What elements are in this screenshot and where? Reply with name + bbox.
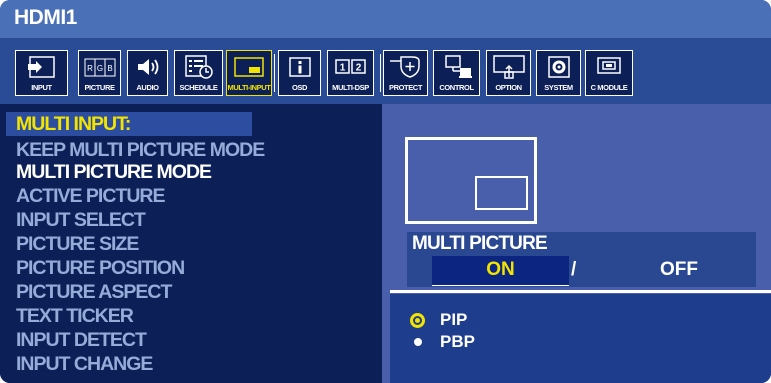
multi-picture-label: MULTI PICTURE [412, 233, 548, 254]
toolbar-audio-button[interactable]: AUDIO [127, 50, 168, 96]
info-icon [279, 54, 320, 80]
rgb-icon: R G B [79, 54, 120, 80]
toolbar-input-label: INPUT [31, 83, 52, 92]
panel-divider [390, 290, 771, 293]
multi-display-icon: 1 2 [328, 54, 373, 80]
toolbar-system-button[interactable]: SYSTEM [536, 50, 581, 96]
menu-item-input-change[interactable]: INPUT CHANGE [16, 353, 153, 375]
toolbar-c-module-button[interactable]: C MODULE [585, 50, 633, 96]
toolbar-schedule-label: SCHEDULE [179, 83, 218, 92]
svg-text:2: 2 [355, 63, 361, 74]
title-bar: HDMI1 [0, 0, 771, 38]
menu-item-picture-position[interactable]: PICTURE POSITION [16, 257, 185, 279]
pip-radio[interactable] [410, 313, 425, 328]
toolbar-input-button[interactable]: INPUT [15, 50, 68, 96]
toolbar-schedule-button[interactable]: SCHEDULE [174, 50, 223, 96]
toolbar-osd-label: OSD [291, 83, 308, 92]
toolbar-osd-button[interactable]: OSD [278, 50, 321, 96]
menu-item-multi-picture-mode[interactable]: MULTI PICTURE MODE [16, 161, 212, 183]
toolbar-multi-input-button[interactable]: MULTI-INPUT [226, 50, 272, 96]
menu-item-text-ticker[interactable]: TEXT TICKER [16, 305, 134, 327]
menu-item-picture-size[interactable]: PICTURE SIZE [16, 233, 139, 255]
toolbar-multi-dsp-button[interactable]: 1 2 MULTI-DSP [327, 50, 374, 96]
shield-icon [384, 54, 427, 80]
pbp-option-label[interactable]: PBP [440, 332, 475, 352]
toolbar-c-module-label: C MODULE [590, 83, 628, 92]
toolbar-picture-button[interactable]: R G B PICTURE [78, 50, 121, 96]
window-title: HDMI1 [14, 6, 77, 29]
speaker-icon [128, 54, 167, 80]
control-icon [434, 54, 479, 80]
toolbar-multi-input-label: MULTI-INPUT [227, 83, 271, 92]
toolbar-option-button[interactable]: OPTION [486, 50, 531, 96]
menu-item-picture-aspect[interactable]: PICTURE ASPECT [16, 281, 172, 303]
toolbar-audio-label: AUDIO [136, 83, 159, 92]
menu-item-input-detect[interactable]: INPUT DETECT [16, 329, 147, 351]
menu-item-active-picture[interactable]: ACTIVE PICTURE [16, 185, 166, 207]
pip-preview-subpicture [475, 176, 528, 210]
toolbar-protect-button[interactable]: PROTECT [383, 50, 428, 96]
toolbar: INPUT R G B PICTURE AUDIO SCHEDULE MULTI… [0, 38, 771, 104]
pbp-radio[interactable] [414, 338, 422, 346]
osd-window: HDMI1 INPUT R G B PICTURE AUDIO SCHEDULE… [0, 0, 771, 383]
on-option[interactable]: ON [432, 259, 569, 281]
toolbar-control-button[interactable]: CONTROL [433, 50, 480, 96]
svg-text:B: B [107, 64, 112, 73]
option-separator: / [571, 259, 577, 280]
menu-item-keep-multi-picture-mode[interactable]: KEEP MULTI PICTURE MODE [16, 139, 265, 161]
option-icon [487, 54, 530, 80]
toolbar-multi-dsp-label: MULTI-DSP [332, 83, 369, 92]
svg-text:R: R [87, 64, 93, 73]
toolbar-picture-label: PICTURE [84, 83, 115, 92]
off-option[interactable]: OFF [660, 259, 698, 281]
toolbar-protect-label: PROTECT [388, 83, 423, 92]
input-arrow-icon [16, 54, 67, 80]
toolbar-divider [380, 54, 381, 92]
multi-input-icon [227, 54, 271, 80]
toolbar-divider [274, 54, 275, 92]
compute-module-icon [586, 54, 632, 80]
system-icon [537, 54, 580, 80]
menu-item-input-select[interactable]: INPUT SELECT [16, 209, 146, 231]
toolbar-system-label: SYSTEM [544, 83, 573, 92]
toolbar-option-label: OPTION [495, 83, 522, 92]
svg-text:1: 1 [339, 63, 345, 74]
pip-radio-dot [415, 318, 420, 323]
toolbar-control-label: CONTROL [439, 83, 474, 92]
schedule-icon [175, 54, 222, 80]
svg-text:G: G [96, 64, 102, 73]
pip-option-label[interactable]: PIP [440, 310, 467, 330]
menu-header: MULTI INPUT: [16, 113, 131, 135]
